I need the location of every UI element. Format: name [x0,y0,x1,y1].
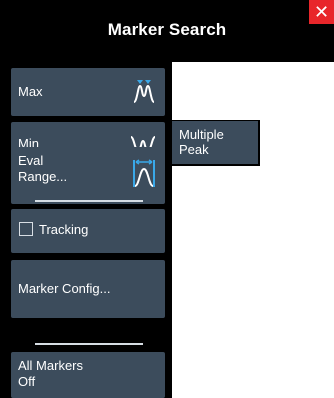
all-markers-off-line2: Off [18,374,36,389]
tracking-toggle[interactable]: Tracking [11,209,165,253]
max-button[interactable]: Max [11,68,165,116]
eval-range-icon [131,157,157,193]
all-markers-off-button[interactable]: All Markers Off [11,352,165,398]
menu-panel: Max Min Eval Range... Tracking Marker Co… [0,62,172,398]
multiple-peak-button[interactable]: Multiple Peak [172,120,260,166]
dialog-title: Marker Search [107,20,227,39]
close-button[interactable]: ✕ [309,0,334,24]
dialog-title-bar: Marker Search ✕ [0,0,334,62]
eval-range-label-line1: Eval [18,153,44,168]
eval-range-label-line2: Range... [18,169,68,184]
all-markers-off-line1: All Markers [18,358,84,373]
tracking-checkbox[interactable] [19,222,33,236]
multiple-peak-line2: Peak [179,142,209,157]
marker-config-label: Marker Config... [18,281,111,296]
divider-1 [35,200,143,202]
close-icon: ✕ [313,2,330,22]
tracking-label: Tracking [39,222,89,237]
max-label: Max [18,84,43,99]
max-peak-icon [131,78,157,110]
divider-2 [35,343,143,345]
multiple-peak-label: Multiple Peak [179,127,224,157]
all-markers-off-label: All Markers Off [18,358,83,390]
marker-config-button[interactable]: Marker Config... [11,260,165,318]
eval-range-label: Eval Range... [18,153,67,185]
multiple-peak-line1: Multiple [179,127,224,142]
eval-range-button[interactable]: Eval Range... [11,147,165,204]
